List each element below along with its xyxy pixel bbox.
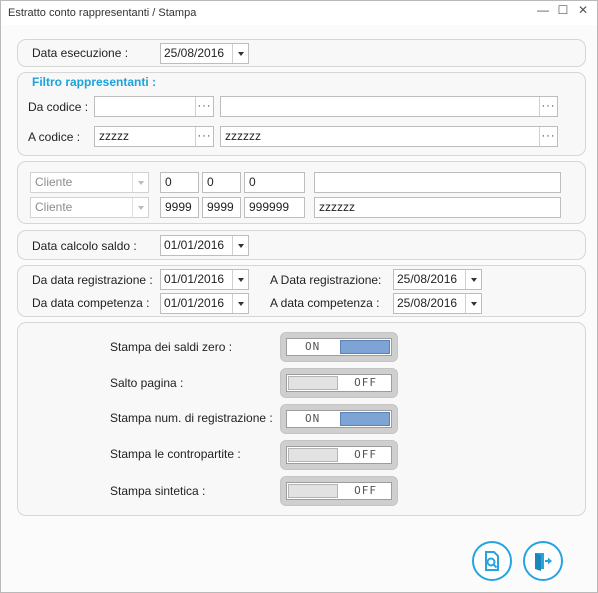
reg-to-date-picker[interactable]: 25/08/2016 [393,269,482,290]
print-preview-button[interactable] [472,541,512,581]
from-desc-field[interactable]: ··· [220,96,558,117]
exit-door-icon [535,553,552,571]
agents-filter-group: Filtro rappresentanti : Da codice : ··· … [17,72,586,156]
to-code-label: A codice : [28,130,81,144]
client-from-field-3[interactable]: 0 [244,172,305,193]
date-range-group: Da data registrazione : 01/01/2016 A Dat… [17,265,586,317]
window-controls: — ☐ ✕ [533,1,593,19]
toggle-state: ON [305,340,321,353]
execution-date-group: Data esecuzione : 25/08/2016 [17,39,586,67]
toggle-track: ON [286,410,392,428]
chevron-down-icon[interactable] [232,236,248,255]
reg-from-value: 01/01/2016 [164,272,225,286]
chevron-down-icon[interactable] [465,270,481,289]
to-desc-lookup-button[interactable]: ··· [539,127,557,146]
client-to-desc-field[interactable]: zzzzzz [314,197,561,218]
maximize-button[interactable]: ☐ [553,1,573,19]
client-from-field-1[interactable]: 0 [160,172,199,193]
toggle-zero-balances[interactable]: ON [280,332,398,362]
option-label: Stampa num. di registrazione : [110,411,273,425]
option-label: Stampa dei saldi zero : [110,340,233,354]
comp-to-value: 25/08/2016 [397,296,458,310]
client-type-select-from[interactable]: Cliente [30,172,149,193]
to-desc-field[interactable]: zzzzzz ··· [220,126,558,147]
execution-date-picker[interactable]: 25/08/2016 [160,43,249,64]
agents-filter-title: Filtro rappresentanti : [32,75,157,89]
option-label: Stampa sintetica : [110,484,206,498]
to-code-lookup-button[interactable]: ··· [195,127,213,146]
execution-date-label: Data esecuzione : [32,46,129,60]
chevron-down-icon[interactable] [132,198,148,217]
client-to-field-1[interactable]: 9999 [160,197,199,218]
execution-date-value: 25/08/2016 [164,46,225,60]
toggle-track: OFF [286,374,392,392]
comp-from-date-picker[interactable]: 01/01/2016 [160,293,249,314]
toggle-track: OFF [286,482,392,500]
toggle-state: OFF [354,376,377,389]
report-window: Estratto conto rappresentanti / Stampa —… [0,0,598,593]
toggle-track: ON [286,338,392,356]
to-desc-value: zzzzzz [225,129,261,143]
client-from-desc-field[interactable] [314,172,561,193]
client-from-field-2[interactable]: 0 [202,172,241,193]
client-to-field-3[interactable]: 999999 [244,197,305,218]
to-code-field[interactable]: zzzzz ··· [94,126,214,147]
chevron-down-icon[interactable] [232,270,248,289]
from-code-lookup-button[interactable]: ··· [195,97,213,116]
reg-from-date-picker[interactable]: 01/01/2016 [160,269,249,290]
minimize-button[interactable]: — [533,1,553,19]
close-button[interactable]: ✕ [573,1,593,19]
client-range-group: Cliente 0 0 0 Cliente 9999 9999 999999 z… [17,161,586,224]
title-bar: Estratto conto rappresentanti / Stampa —… [1,1,597,25]
reg-from-label: Da data registrazione : [32,273,153,287]
option-label: Salto pagina : [110,376,184,390]
comp-to-date-picker[interactable]: 25/08/2016 [393,293,482,314]
client-type-select-to[interactable]: Cliente [30,197,149,218]
window-title: Estratto conto rappresentanti / Stampa [8,7,197,19]
print-preview-icon [485,551,499,571]
from-code-field[interactable]: ··· [94,96,214,117]
toggle-counterparts[interactable]: OFF [280,440,398,470]
chevron-down-icon[interactable] [132,173,148,192]
from-desc-lookup-button[interactable]: ··· [539,97,557,116]
from-code-label: Da codice : [28,100,89,114]
toggle-state: OFF [354,484,377,497]
options-group: Stampa dei saldi zero : ON Salto pagina … [17,322,586,516]
to-code-value: zzzzz [99,129,129,143]
toggle-track: OFF [286,446,392,464]
chevron-down-icon[interactable] [232,44,248,63]
comp-from-label: Da data competenza : [32,296,150,310]
reg-to-value: 25/08/2016 [397,272,458,286]
toggle-state: OFF [354,448,377,461]
option-label: Stampa le contropartite : [110,447,241,461]
toggle-page-break[interactable]: OFF [280,368,398,398]
client-type-value: Cliente [35,200,73,214]
balance-date-label: Data calcolo saldo : [32,239,137,253]
balance-date-picker[interactable]: 01/01/2016 [160,235,249,256]
balance-date-group: Data calcolo saldo : 01/01/2016 [17,230,586,260]
client-type-value: Cliente [35,175,73,189]
toggle-summary[interactable]: OFF [280,476,398,506]
exit-button[interactable] [523,541,563,581]
chevron-down-icon[interactable] [465,294,481,313]
comp-to-label: A data competenza : [270,296,380,310]
reg-to-label: A Data registrazione: [270,273,382,287]
toggle-state: ON [305,412,321,425]
comp-from-value: 01/01/2016 [164,296,225,310]
toggle-registration-number[interactable]: ON [280,404,398,434]
chevron-down-icon[interactable] [232,294,248,313]
toggle-knob [288,448,338,462]
toggle-knob [340,340,390,354]
balance-date-value: 01/01/2016 [164,238,225,252]
toggle-knob [288,484,338,498]
toggle-knob [288,376,338,390]
toggle-knob [340,412,390,426]
client-to-field-2[interactable]: 9999 [202,197,241,218]
